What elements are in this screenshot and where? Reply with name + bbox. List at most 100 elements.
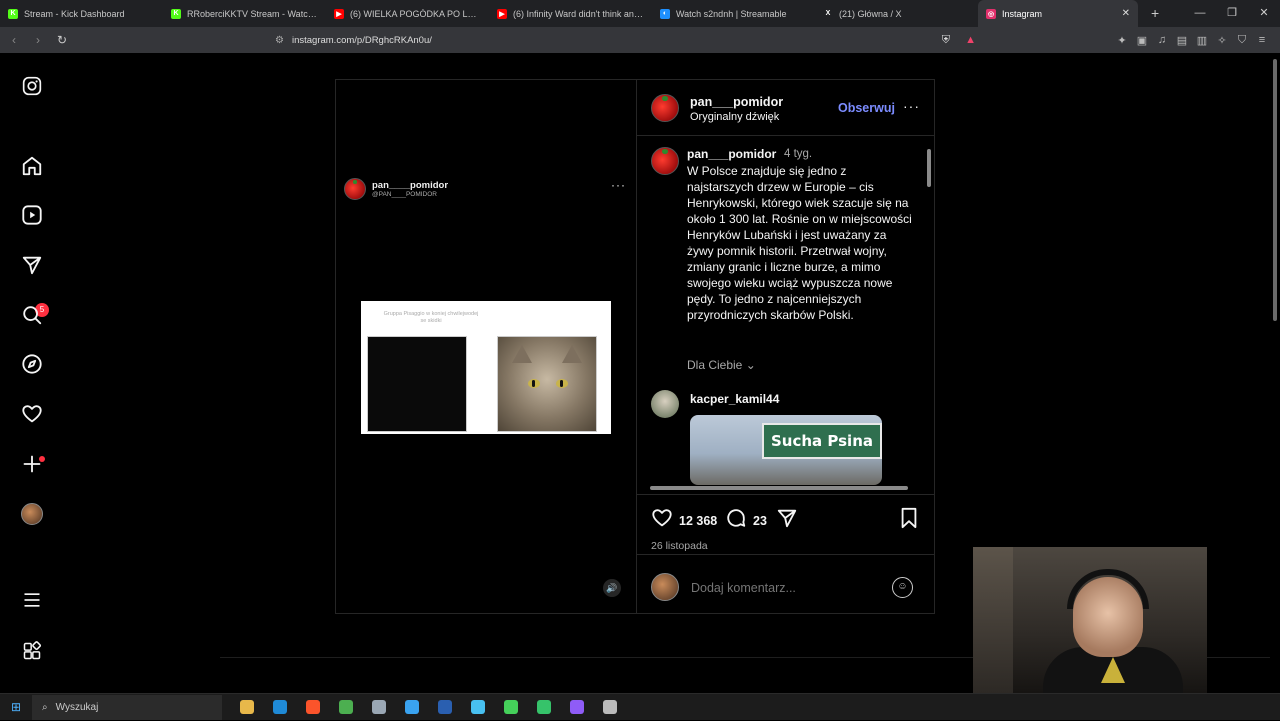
comments-horizontal-scrollbar[interactable] [640,483,930,493]
browser-tab[interactable]: X (21) Główna / X [815,0,978,27]
for-you-dropdown[interactable]: Dla Ciebie ⌄ [687,358,756,372]
caption-username[interactable]: pan___pomidor [687,147,776,161]
comment-image[interactable]: Sucha Psina [690,415,882,485]
taskbar-app-icon[interactable] [296,694,329,721]
brave-shield-icon[interactable]: ⛨ [942,34,950,47]
close-tab-icon[interactable]: ✕ [1122,8,1130,19]
sidebar-toggle-icon[interactable]: ▤ [1172,34,1192,47]
for-you-label: Dla Ciebie [687,358,743,372]
create-plus-icon[interactable] [20,452,44,476]
commenter-username[interactable]: kacper_kamil44 [690,392,779,406]
comments-vertical-scrollbar[interactable] [925,137,933,482]
browser-tab[interactable]: ◐ Watch s2ndnh | Streamable [652,0,815,27]
media-more-icon[interactable]: ··· [611,178,626,192]
close-window-icon[interactable]: ✕ [1248,0,1280,27]
commenter-avatar[interactable] [651,390,679,418]
url-bar[interactable]: ⚙ instagram.com/p/DRghcRKAn0u/ ⛨ ▲ [245,30,990,50]
site-info-icon[interactable]: ⚙ [275,35,284,46]
tab-title: (21) Główna / X [839,8,902,19]
browser-tab[interactable]: ◎ Instagram ✕ [978,0,1138,27]
vpn-icon[interactable]: ⛉ [1232,34,1252,47]
home-icon[interactable] [20,154,44,178]
profile-avatar[interactable] [20,502,44,526]
emoji-icon[interactable]: ☺ [892,577,913,598]
tab-favicon-icon: ▶ [334,8,344,19]
messages-icon[interactable] [20,253,44,277]
browser-tab[interactable]: K RRoberciKKTV Stream - Watch Live o [163,0,326,27]
author-username[interactable]: pan___pomidor [690,95,783,109]
media-author-handle: @PAN____POMIDOR [372,191,437,198]
taskbar-app-icon[interactable] [329,694,362,721]
follow-button[interactable]: Obserwuj [838,101,895,115]
volume-icon[interactable]: 🔊 [603,579,621,597]
restore-icon[interactable]: ❐ [1216,0,1248,27]
taskbar-app-icon[interactable] [362,694,395,721]
explore-icon[interactable] [20,352,44,376]
also-from-meta-icon[interactable] [20,639,44,663]
tab-title: Stream - Kick Dashboard [24,8,125,19]
media-author-name: pan____pomidor [372,180,449,191]
leo-icon[interactable]: ✧ [1212,34,1232,47]
tab-title: RRoberciKKTV Stream - Watch Live o [187,8,318,19]
reels-icon[interactable] [20,203,44,227]
share-icon[interactable] [776,507,798,529]
media-author: pan____pomidor @PAN____POMIDOR [344,178,448,200]
browser-tab[interactable]: K Stream - Kick Dashboard [0,0,163,27]
taskbar-app-icon[interactable] [461,694,494,721]
url-text: instagram.com/p/DRghcRKAn0u/ [291,34,432,46]
menu-icon[interactable]: ≡ [1252,34,1272,46]
my-avatar [651,573,679,601]
screenshot-icon[interactable]: ▣ [1132,34,1152,47]
taskbar-app-icon[interactable] [560,694,593,721]
like-action: 12 368 [651,507,717,534]
extensions-icon[interactable]: ✦ [1112,34,1132,47]
back-icon[interactable]: ‹ [4,33,24,47]
tab-favicon-icon: ◎ [986,8,996,19]
browser-tab[interactable]: ▶ (6) Infinity Ward didn't think anyone [489,0,652,27]
taskbar-app-icon[interactable] [263,694,296,721]
taskbar-app-icon[interactable] [494,694,527,721]
post-details: pan___pomidor Oryginalny dźwięk Obserwuj… [637,80,934,613]
cat-image [497,336,597,432]
taskbar-app-icon[interactable] [527,694,560,721]
comment-count: 23 [753,513,767,528]
toolbar-icons: ✦ ▣ ♫ ▤ ▥ ✧ ⛉ ≡ [1112,27,1272,53]
windows-start-icon[interactable]: ⊞ [0,700,32,714]
save-bookmark-icon[interactable] [899,507,919,529]
more-menu-icon[interactable] [20,588,44,612]
post-media[interactable]: pan____pomidor @PAN____POMIDOR ··· Grupp… [336,80,637,613]
taskbar-app-icon[interactable] [428,694,461,721]
tab-favicon-icon: ▶ [497,8,507,19]
taskbar-app-icon[interactable] [230,694,263,721]
taskbar-app-icon[interactable] [395,694,428,721]
like-count[interactable]: 12 368 [679,514,717,528]
comments-scroll-area[interactable]: pan___pomidor 4 tyg. W Polsce znajduje s… [637,137,934,494]
tab-title: Watch s2ndnh | Streamable [676,8,787,19]
page-scrollbar[interactable] [1270,53,1280,693]
post-options-icon[interactable]: ··· [903,98,920,114]
search-icon[interactable] [20,303,44,327]
taskbar-search[interactable]: ⌕ Wyszukaj [32,694,222,720]
browser-tab[interactable]: ▶ (6) WIELKA POGÓDKA PO LATACH (t [326,0,489,27]
tab-favicon-icon: K [8,8,18,19]
webcam-overlay [973,547,1207,693]
rewards-icon[interactable]: ▲ [965,34,976,46]
caption-avatar-icon[interactable] [651,147,679,175]
forward-icon[interactable]: › [28,33,48,47]
reload-icon[interactable]: ↻ [52,33,72,47]
tab-favicon-icon: K [171,8,181,19]
instagram-logo-icon[interactable] [20,74,44,98]
like-heart-icon[interactable] [651,507,673,534]
tab-favicon-icon: X [823,8,833,19]
comment-input[interactable] [691,581,881,595]
address-toolbar: ‹ › ↻ ⌑ ⚙ instagram.com/p/DRghcRKAn0u/ ⛨… [0,27,1280,53]
comment-bubble-icon[interactable] [725,507,747,534]
new-tab-button[interactable]: + [1151,5,1159,21]
taskbar-app-icon[interactable] [593,694,626,721]
original-audio-link[interactable]: Oryginalny dźwięk [690,111,779,123]
notifications-heart-icon[interactable] [20,402,44,426]
author-avatar-icon[interactable] [651,94,679,122]
wallet-icon[interactable]: ▥ [1192,34,1212,47]
media-icon[interactable]: ♫ [1152,34,1172,46]
minimize-icon[interactable]: — [1184,0,1216,27]
